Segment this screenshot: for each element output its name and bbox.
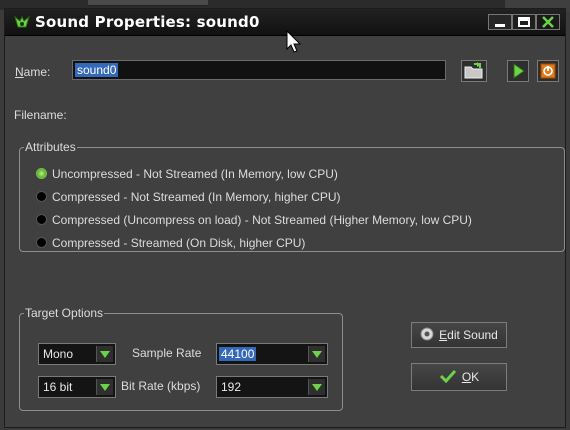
edit-sound-icon [420,327,434,341]
bit-rate-value: 192 [221,380,242,394]
sound-properties-dialog: Sound Properties: sound0 Name: sound0 Fi… [4,8,566,428]
chevron-down-icon[interactable] [96,379,113,395]
name-label: Name: [15,65,51,79]
radio-compressed-streamed[interactable]: Compressed - Streamed (On Disk, higher C… [36,236,305,250]
checkmark-icon [439,369,456,384]
minimize-button[interactable] [488,14,512,30]
radio-uncompressed-not-streamed[interactable]: Uncompressed - Not Streamed (In Memory, … [36,167,338,181]
radio-compressed-not-streamed[interactable]: Compressed - Not Streamed (In Memory, hi… [36,190,341,204]
stop-icon [540,63,556,79]
bit-rate-label: Bit Rate (kbps) [121,379,201,393]
ok-button[interactable]: OK [411,363,507,391]
close-icon [542,16,554,28]
channels-select[interactable]: Mono [38,343,116,365]
attributes-legend: Attributes [25,140,76,154]
window-title: Sound Properties: sound0 [35,13,260,31]
bit-rate-select[interactable]: 192 [216,376,328,398]
attributes-group: Attributes Uncompressed - Not Streamed (… [19,140,565,252]
chevron-down-icon[interactable] [308,379,325,395]
name-input-value: sound0 [75,63,119,77]
title-bar[interactable]: Sound Properties: sound0 [5,9,565,36]
mouse-cursor-icon [286,30,302,53]
maximize-button[interactable] [512,14,536,30]
open-sound-button[interactable] [461,60,487,82]
background-tab [88,0,208,6]
minimize-icon [495,24,505,27]
play-sound-button[interactable] [507,60,529,82]
name-input[interactable]: sound0 [72,60,446,80]
chevron-down-icon[interactable] [308,346,325,362]
stop-sound-button[interactable] [537,60,559,82]
radio-unselected-icon [36,237,47,248]
radio-unselected-icon [36,191,47,202]
radio-unselected-icon [36,214,47,225]
bit-depth-value: 16 bit [43,380,73,394]
open-folder-icon [464,62,483,79]
radio-selected-icon [36,168,47,179]
target-options-legend: Target Options [25,306,104,320]
sample-rate-value: 44100 [219,347,257,361]
play-icon [513,63,525,79]
radio-compressed-uncompress-on-load[interactable]: Compressed (Uncompress on load) - Not St… [36,213,472,227]
chevron-down-icon[interactable] [96,346,113,362]
maximize-icon [518,17,530,27]
sample-rate-select[interactable]: 44100 [216,343,328,365]
sample-rate-label: Sample Rate [132,346,202,360]
edit-sound-button[interactable]: Edit Sound [411,322,507,348]
close-button[interactable] [536,14,560,30]
channels-value: Mono [43,347,74,361]
target-options-group: Target Options Mono Sample Rate 44100 16… [19,306,343,411]
filename-label: Filename: [14,108,67,122]
bit-depth-select[interactable]: 16 bit [38,376,116,398]
game-maker-logo-icon [14,15,30,28]
